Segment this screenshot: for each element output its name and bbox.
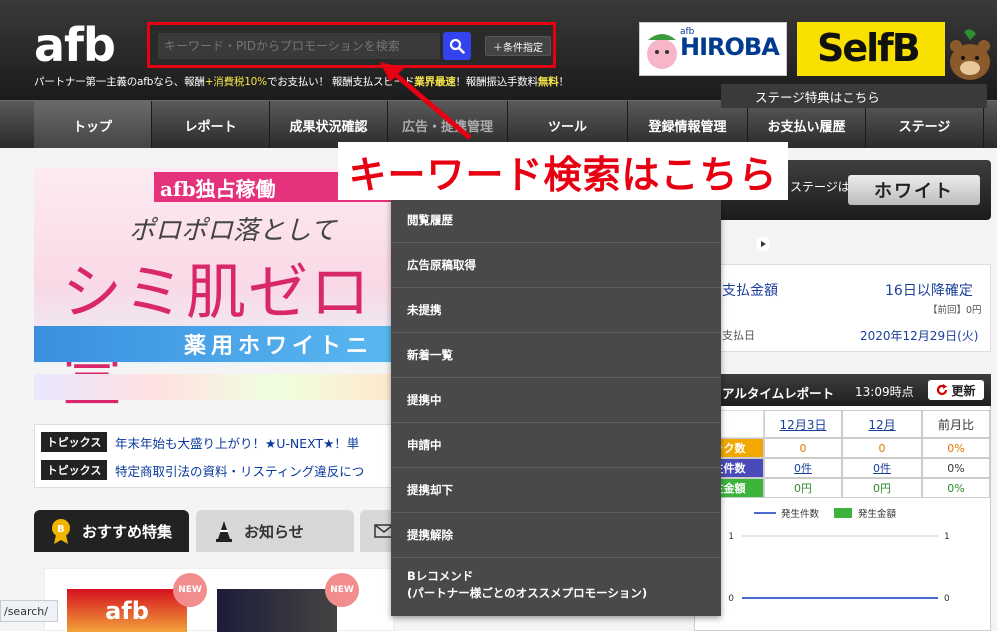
topic-row[interactable]: トピックス 年末年始も大盛り上がり！★U-NEXT★！単 <box>41 431 359 453</box>
table-cell: 0% <box>922 438 990 458</box>
col-header-prev: 前月比 <box>922 410 990 438</box>
chart-plot: 1 1 0 0 <box>728 532 950 604</box>
col-header-dec[interactable]: 12月 <box>842 410 922 438</box>
mascot-icon <box>647 34 677 69</box>
hiroba-title: HIROBA <box>680 33 780 61</box>
dropdown-item-partnered[interactable]: 提携中 <box>391 378 721 423</box>
table-cell: 0% <box>922 478 990 498</box>
tab-news[interactable]: お知らせ <box>196 510 354 552</box>
realtime-title: アルタイムレポート <box>722 386 835 401</box>
brecommend-subtitle: (パートナー様ごとのオススメプロモーション) <box>407 586 648 600</box>
dropdown-item-history[interactable]: 閲覧履歴 <box>391 198 721 243</box>
dropdown-item-unpartnered[interactable]: 未提携 <box>391 288 721 333</box>
medal-icon: B <box>52 519 70 544</box>
traffic-cone-icon <box>216 521 232 542</box>
col-header-dec3[interactable]: 12月3日 <box>764 410 842 438</box>
topics-badge: トピックス <box>41 432 107 452</box>
callout-label: キーワード検索はこちら <box>338 142 788 200</box>
stage-value: ホワイト <box>848 175 980 205</box>
payment-amount-label: 支払金額 <box>722 283 778 299</box>
table-cell: 0 <box>764 438 842 458</box>
featured-thumb-label: afb <box>105 596 149 625</box>
payment-date-label: 支払日 <box>722 329 755 342</box>
ad-management-dropdown: 閲覧履歴 広告原稿取得 未提携 新着一覧 提携中 申請中 提携却下 提携解除 B… <box>391 198 721 616</box>
promo-thumbnail-strip[interactable] <box>34 374 394 400</box>
featured-thumbnail[interactable] <box>217 589 337 632</box>
table-cell-link[interactable]: 0件 <box>764 458 842 478</box>
table-cell: 0 <box>842 438 922 458</box>
dropdown-item-applying[interactable]: 申請中 <box>391 423 721 468</box>
refresh-label: 更新 <box>951 383 976 398</box>
chart-y2-tick-label: 1 <box>944 532 950 542</box>
dropdown-item-get-ads[interactable]: 広告原稿取得 <box>391 243 721 288</box>
tagline-highlight: +消費税10% <box>204 76 267 88</box>
new-badge: NEW <box>325 573 359 607</box>
nav-top[interactable]: トップ <box>34 101 152 149</box>
table-cell-link[interactable]: 0件 <box>842 458 922 478</box>
refresh-icon <box>937 384 948 396</box>
payment-amount-value: 16日以降確定 <box>885 283 973 299</box>
payment-date-value: 2020年12月29日(火) <box>860 329 979 343</box>
tab-featured[interactable]: B おすすめ特集 <box>34 510 189 552</box>
tagline-highlight: 無料 <box>537 76 559 88</box>
realtime-chart: 発生件数 発生金額 1100 <box>710 508 990 618</box>
chart-y-tick-label: 0 <box>728 594 734 604</box>
svg-text:B: B <box>57 524 65 535</box>
tab-news-label: お知らせ <box>244 522 304 541</box>
stage-benefit-button[interactable]: ステージ特典はこちら <box>721 84 987 108</box>
search-input[interactable] <box>158 33 440 59</box>
dropdown-item-new-list[interactable]: 新着一覧 <box>391 333 721 378</box>
bear-mascot-icon <box>950 29 990 80</box>
topic-link[interactable]: 年末年始も大盛り上がり！★U-NEXT★！単 <box>115 433 359 452</box>
promo-mid-text: ポロポロ落として <box>129 216 337 246</box>
selfb-banner[interactable]: SelfB <box>797 22 945 76</box>
topic-row[interactable]: トピックス 特定商取引法の資料・リスティング違反につ <box>41 459 364 481</box>
dropdown-item-terminated[interactable]: 提携解除 <box>391 513 721 558</box>
tagline-part: ！ <box>558 76 570 88</box>
hiroba-banner[interactable]: afb HIROBA <box>639 22 787 76</box>
table-cell: 0円 <box>842 478 922 498</box>
table-cell: 0円 <box>764 478 842 498</box>
refresh-button[interactable]: 更新 <box>928 380 984 400</box>
payment-previous: 【前回】0円 <box>928 305 982 316</box>
content-tabs: B おすすめ特集 お知らせ <box>34 510 400 552</box>
search-button[interactable] <box>443 32 471 60</box>
promo-bottom-text: 薬用ホワイトニ <box>34 326 394 362</box>
dropdown-item-brecommend[interactable]: Bレコメンド (パートナー様ごとのオススメプロモーション) <box>391 554 721 616</box>
chart-y2-tick-label: 0 <box>944 594 950 604</box>
callout-arrow <box>380 62 472 140</box>
play-icon <box>756 237 770 251</box>
new-badge: NEW <box>173 573 207 607</box>
featured-thumbnail[interactable]: afb <box>67 589 187 632</box>
afb-logo[interactable]: afb <box>34 22 116 68</box>
selfb-title: SelfB <box>817 26 921 70</box>
search-icon <box>449 38 465 54</box>
chart-y-tick-label: 1 <box>728 532 734 542</box>
dropdown-item-rejected[interactable]: 提携却下 <box>391 468 721 513</box>
realtime-time: 13:09時点 <box>855 385 914 399</box>
condition-button[interactable]: ＋条件指定 <box>485 36 551 56</box>
tab-featured-label: おすすめ特集 <box>82 522 173 541</box>
topics-badge: トピックス <box>41 460 107 480</box>
tagline-part: パートナー第一主義のafbなら、報酬 <box>34 76 205 88</box>
topics-panel: トピックス 年末年始も大盛り上がり！★U-NEXT★！単 トピックス 特定商取引… <box>34 424 394 488</box>
topic-link[interactable]: 特定商取引法の資料・リスティング違反につ <box>115 461 364 480</box>
brecommend-title: Bレコメンド <box>407 569 474 583</box>
featured-area: afb NEW NEW <box>44 568 394 632</box>
search-box-highlight: ＋条件指定 <box>147 22 556 68</box>
nav-report[interactable]: レポート <box>152 101 270 149</box>
nav-stage[interactable]: ステージ <box>866 101 984 149</box>
status-bar-url: /search/ <box>0 600 58 622</box>
stage-label: ステージは <box>790 180 850 194</box>
table-cell: 0% <box>922 458 990 478</box>
